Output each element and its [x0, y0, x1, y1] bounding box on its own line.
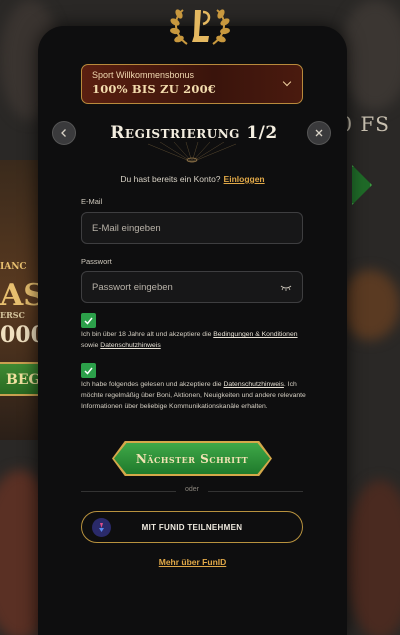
close-button[interactable]	[307, 121, 331, 145]
back-button[interactable]	[52, 121, 76, 145]
login-prompt-text: Du hast bereits ein Konto?	[120, 174, 221, 184]
checkmark-icon	[84, 367, 93, 375]
title-ornament-icon	[147, 142, 237, 163]
background-text: ERSC	[0, 310, 25, 320]
funid-join-label: MIT FUNID TEILNEHMEN	[141, 522, 243, 532]
password-placeholder: Passwort eingeben	[92, 281, 173, 293]
divider-line	[208, 491, 303, 492]
chevron-left-icon	[61, 129, 66, 137]
login-prompt: Du hast bereits ein Konto? Einloggen	[80, 174, 305, 184]
funid-laurel-logo-icon	[170, 9, 230, 45]
email-field[interactable]: E-Mail eingeben	[81, 212, 303, 244]
more-about-funid-link[interactable]: Mehr über FunID	[80, 557, 305, 567]
privacy-link[interactable]: Datenschutzhinweis	[100, 342, 160, 349]
consent-text: Ich bin über 18 Jahre alt und akzeptiere…	[81, 331, 212, 338]
age-terms-text: Ich bin über 18 Jahre alt und akzeptiere…	[81, 329, 307, 351]
next-step-label: Nächster Schritt	[114, 443, 270, 474]
divider-text: oder	[184, 486, 199, 493]
consent-text: Ich habe folgendes gelesen und akzeptier…	[81, 381, 222, 388]
bonus-headline: 100% BIS ZU 200€	[92, 82, 216, 96]
funid-join-button[interactable]: MIT FUNID TEILNEHMEN	[81, 511, 303, 543]
eye-closed-icon[interactable]	[280, 285, 292, 291]
age-terms-checkbox[interactable]	[81, 313, 96, 328]
privacy-link[interactable]: Datenschutzhinweis	[223, 381, 283, 388]
password-field[interactable]: Passwort eingeben	[81, 271, 303, 303]
page-title: Registrierung 1/2	[110, 123, 278, 143]
divider-line	[81, 491, 176, 492]
close-icon	[315, 129, 323, 137]
bonus-subtitle: Sport Willkommensbonus	[92, 70, 195, 80]
welcome-bonus-selector[interactable]: Sport Willkommensbonus 100% BIS ZU 200€	[81, 64, 303, 104]
funid-icon	[92, 518, 111, 537]
marketing-consent-text: Ich habe folgendes gelesen und akzeptier…	[81, 379, 307, 412]
background-text: IANC	[0, 262, 27, 272]
login-link[interactable]: Einloggen	[224, 174, 265, 184]
consent-text: sowie	[81, 342, 99, 349]
password-label: Passwort	[81, 257, 112, 266]
email-placeholder: E-Mail eingeben	[92, 222, 161, 234]
background-arrow	[352, 165, 372, 205]
or-divider: oder	[81, 486, 303, 493]
checkmark-icon	[84, 317, 93, 325]
marketing-consent-checkbox[interactable]	[81, 363, 96, 378]
email-label: E-Mail	[81, 197, 103, 206]
terms-link[interactable]: Bedingungen & Konditionen	[213, 331, 297, 338]
next-step-button[interactable]: Nächster Schritt	[112, 441, 272, 476]
